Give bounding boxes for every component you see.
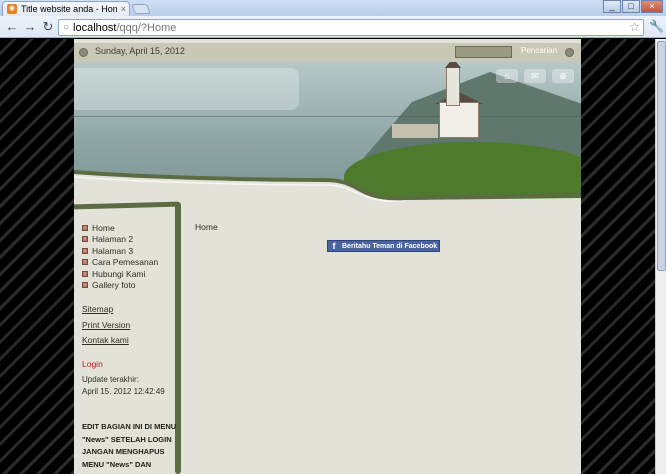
rss-icon: ◉ [7, 4, 17, 14]
menu-item-halaman-3[interactable]: › Halaman 3 [82, 245, 158, 257]
print-version-link[interactable]: Print Version [82, 320, 130, 330]
url-text: localhost/qqq/?Home [73, 21, 177, 34]
arrow-bullet-icon: › [82, 247, 88, 254]
sidebar-top-border [74, 201, 178, 210]
arrow-bullet-icon: › [82, 259, 88, 266]
address-bar[interactable]: ○ localhost/qqq/?Home ☆ [58, 19, 644, 36]
church-tower-graphic [446, 66, 460, 106]
menu-item-cara-pemesanan[interactable]: › Cara Pemesanan [82, 257, 158, 269]
church-graphic [439, 102, 479, 138]
page-icon: ○ [63, 22, 70, 33]
login-link[interactable]: Login [82, 359, 103, 369]
tab-title: Title website anda - Home [21, 4, 117, 14]
breadcrumb: Home [195, 222, 218, 232]
menu-item-home[interactable]: › Home [82, 222, 158, 234]
site-container: Sunday, April 15, 2012 Pencarian ⌂ ✉ ⊕ ›… [74, 39, 581, 474]
vertical-scrollbar[interactable] [655, 39, 666, 474]
tab-close-icon[interactable]: × [121, 4, 126, 14]
new-tab-button[interactable] [131, 4, 151, 14]
sitemap-link[interactable]: Sitemap [82, 304, 113, 314]
facebook-share-label: Beritahu Teman di Facebook [342, 242, 438, 250]
sitemap-icon[interactable]: ⊕ [552, 69, 574, 83]
forward-icon[interactable]: → [22, 19, 38, 35]
minimize-button[interactable]: _ [603, 0, 621, 13]
current-date: Sunday, April 15, 2012 [95, 46, 185, 56]
arrow-bullet-icon: › [82, 224, 88, 231]
right-dot-icon [565, 48, 574, 57]
site-header-banner: ⌂ ✉ ⊕ [74, 62, 581, 202]
header-divider [74, 116, 581, 117]
menu-item-halaman-2[interactable]: › Halaman 2 [82, 234, 158, 246]
bookmark-star-icon[interactable]: ☆ [629, 20, 640, 34]
mail-icon[interactable]: ✉ [524, 69, 546, 83]
menu-item-gallery-foto[interactable]: › Gallery foto [82, 280, 158, 292]
back-icon[interactable]: ← [4, 19, 20, 35]
barn-graphic [392, 124, 438, 138]
update-label: Update terakhir: [82, 375, 139, 384]
home-icon[interactable]: ⌂ [496, 69, 518, 83]
browser-toolbar: ← → ↻ ○ localhost/qqq/?Home ☆ 🔧 [0, 16, 666, 38]
arrow-bullet-icon: › [82, 236, 88, 243]
maximize-button[interactable]: □ [622, 0, 640, 13]
page-viewport: Sunday, April 15, 2012 Pencarian ⌂ ✉ ⊕ ›… [0, 39, 655, 474]
close-window-button[interactable]: × [641, 0, 663, 13]
browser-titlebar: ◉ Title website anda - Home × _ □ × [0, 0, 666, 16]
edit-notice: EDIT BAGIAN INI DI MENU "News" SETELAH L… [82, 422, 177, 469]
main-menu: › Home › Halaman 2 › Halaman 3 › Cara Pemesa… [82, 222, 158, 291]
scrollbar-thumb[interactable] [657, 41, 666, 271]
header-wave [74, 170, 581, 202]
update-value: April 15. 2012 12:42:49 [82, 387, 165, 396]
search-input[interactable] [455, 46, 512, 58]
header-logo-area [74, 68, 299, 110]
facebook-share-button[interactable]: f Beritahu Teman di Facebook [327, 240, 440, 252]
arrow-bullet-icon: › [82, 270, 88, 277]
site-topbar: Sunday, April 15, 2012 Pencarian [74, 43, 581, 62]
search-label[interactable]: Pencarian [521, 46, 557, 55]
contact-link[interactable]: Kontak kami [82, 335, 129, 345]
wrench-icon[interactable]: 🔧 [649, 19, 664, 33]
facebook-icon: f [332, 241, 336, 251]
reload-icon[interactable]: ↻ [40, 19, 56, 35]
arrow-bullet-icon: › [82, 282, 88, 289]
menu-item-hubungi-kami[interactable]: › Hubungi Kami [82, 268, 158, 280]
left-dot-icon [79, 48, 88, 57]
browser-tab[interactable]: ◉ Title website anda - Home × [2, 1, 130, 16]
